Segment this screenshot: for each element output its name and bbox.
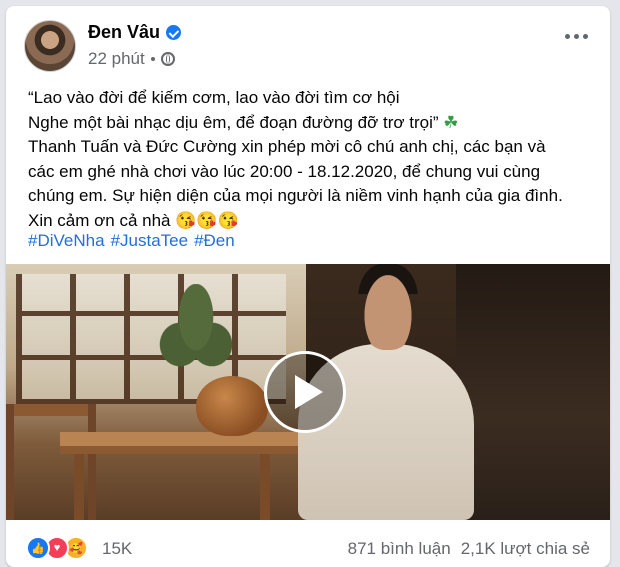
post-line: Nghe một bài nhạc dịu êm, để đoạn đường … — [28, 112, 459, 132]
shamrock-emoji: ☘ — [443, 112, 459, 132]
separator-dot — [150, 57, 155, 61]
wooden-table — [60, 432, 306, 520]
avatar[interactable] — [24, 20, 76, 72]
post-line: chúng em. Sự hiện diện của mọi người là … — [28, 186, 563, 206]
post-card: Đen Vâu 22 phút “Lao vào đời để kiếm cơm… — [6, 6, 610, 567]
post-line: Xin cảm ơn cả nhà 😘😘😘 — [28, 210, 239, 230]
post-time[interactable]: 22 phút — [88, 49, 145, 69]
post-stats: 871 bình luận 2,1K lượt chia sẻ — [348, 539, 590, 559]
globe-icon — [160, 52, 175, 66]
dot-icon — [583, 34, 588, 39]
more-options-button[interactable] — [565, 34, 588, 39]
post-line: Thanh Tuấn và Đức Cường xin phép mời cô … — [28, 137, 546, 157]
reaction-icons[interactable]: 👍 ♥ 🥰 — [26, 536, 88, 560]
like-icon: 👍 — [26, 536, 50, 560]
play-button[interactable] — [264, 351, 346, 433]
comments-count[interactable]: 871 bình luận — [348, 539, 451, 559]
dot-icon — [574, 34, 579, 39]
kiss-emojis: 😘😘😘 — [175, 210, 239, 230]
post-meta: 22 phút — [88, 49, 175, 69]
play-icon — [295, 375, 323, 409]
video-player[interactable] — [6, 264, 610, 520]
reaction-count[interactable]: 15K — [102, 539, 132, 559]
hashtag-link[interactable]: #JustaTee — [111, 231, 189, 251]
person-head — [358, 264, 418, 350]
post-body: “Lao vào đời để kiếm cơm, lao vào đời tì… — [28, 86, 598, 234]
coconut — [196, 376, 268, 436]
hashtag-link[interactable]: #Đen — [194, 231, 235, 251]
post-footer: 👍 ♥ 🥰 15K 871 bình luận 2,1K lượt chia s… — [6, 520, 610, 567]
hashtag-list: #DiVeNha #JustaTee #Đen — [28, 231, 235, 251]
author-name[interactable]: Đen Vâu — [88, 22, 160, 43]
post-line: “Lao vào đời để kiếm cơm, lao vào đời tì… — [28, 88, 400, 107]
verified-badge-icon — [166, 25, 182, 40]
dot-icon — [565, 34, 570, 39]
author-row: Đen Vâu — [88, 22, 182, 43]
post-line: các em ghé nhà chơi vào lúc 20:00 - 18.1… — [28, 161, 541, 181]
hashtag-link[interactable]: #DiVeNha — [28, 231, 105, 251]
shares-count[interactable]: 2,1K lượt chia sẻ — [461, 539, 590, 559]
video-scene-right — [456, 264, 610, 520]
